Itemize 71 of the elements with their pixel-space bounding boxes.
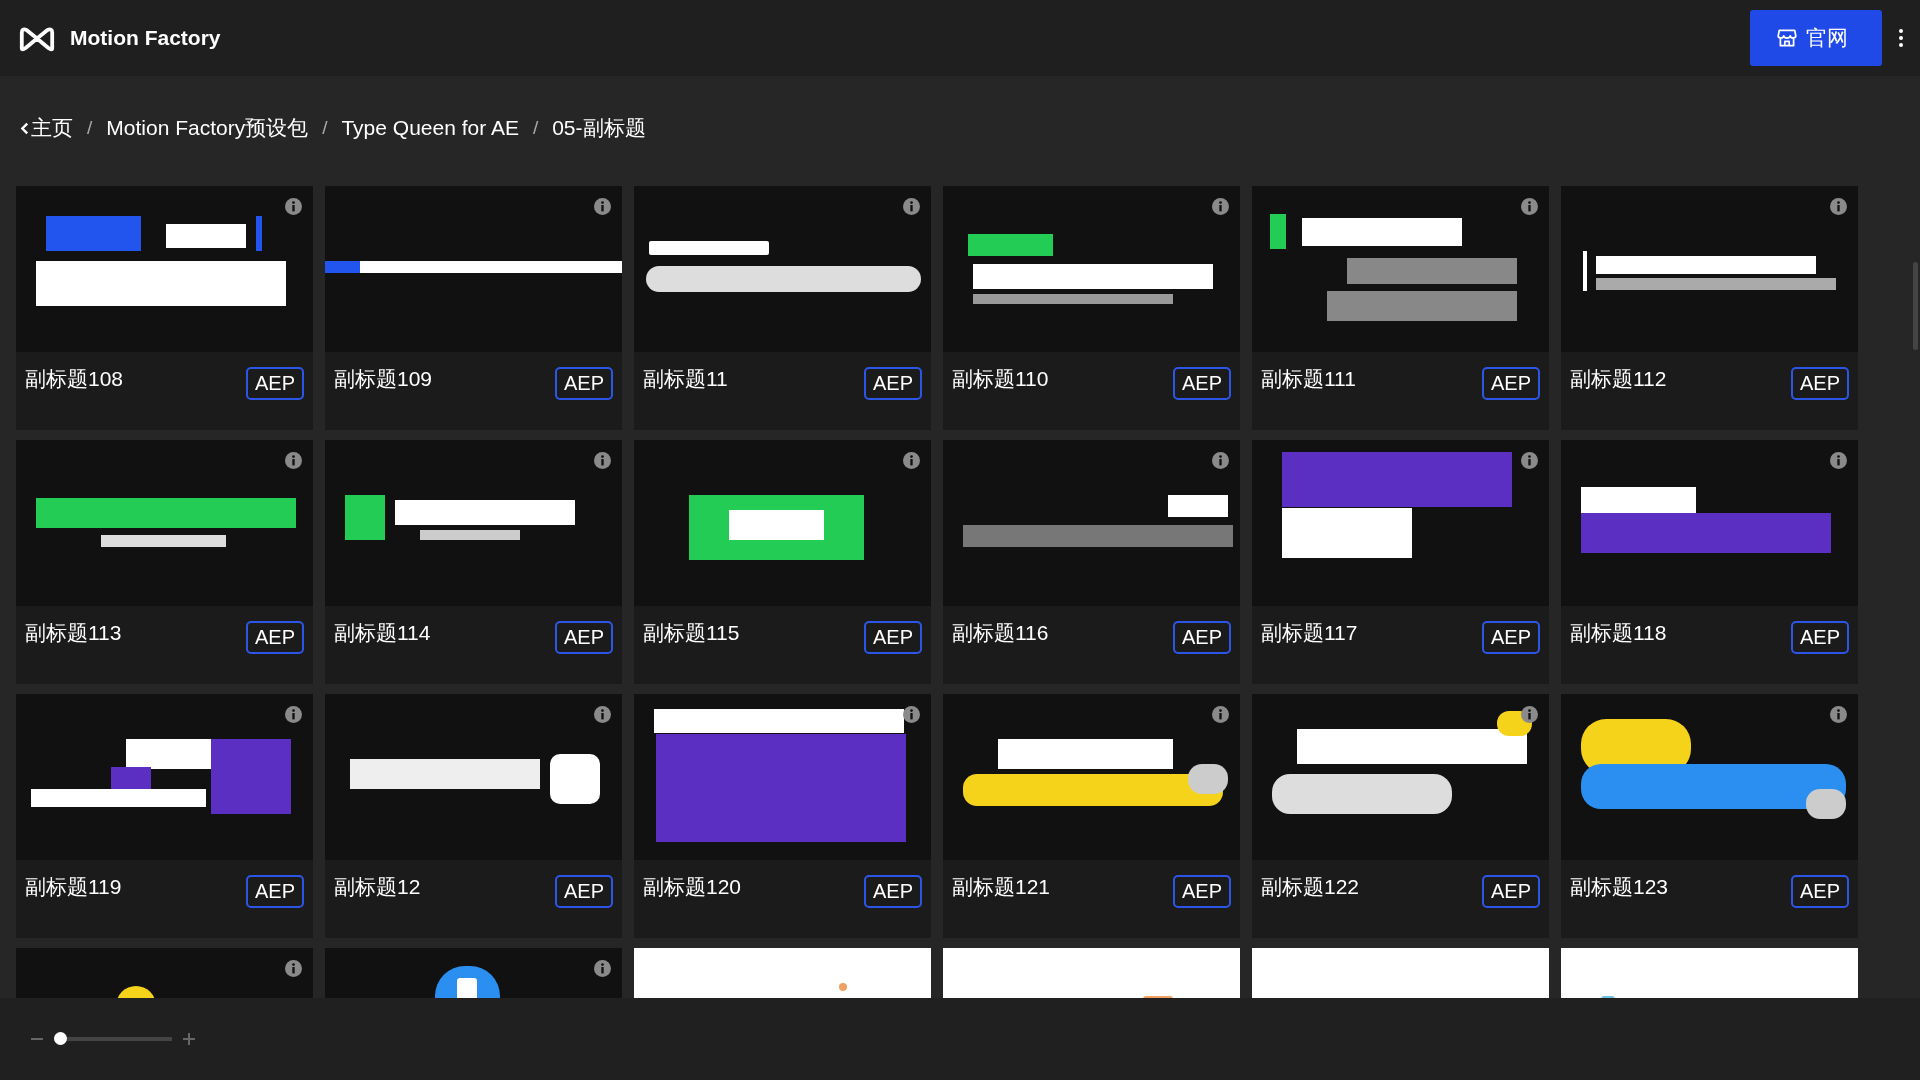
template-card[interactable]: 副标题112 AEP	[1561, 186, 1858, 430]
format-badge: AEP	[1172, 875, 1231, 908]
store-icon	[1776, 27, 1798, 49]
format-badge: AEP	[1790, 875, 1849, 908]
breadcrumb-link[interactable]: Motion Factory预设包	[106, 114, 309, 142]
template-title: 副标题12	[334, 874, 421, 900]
info-icon[interactable]	[1521, 706, 1538, 723]
template-card[interactable]: 副标题118 AEP	[1561, 440, 1858, 684]
template-card[interactable]: 副标题119 AEP	[16, 694, 313, 938]
template-title: 副标题112	[1570, 366, 1667, 392]
breadcrumb-link[interactable]: Type Queen for AE	[341, 116, 519, 140]
format-badge: AEP	[863, 367, 922, 400]
format-badge: AEP	[245, 367, 304, 400]
template-card[interactable]: 副标题114 AEP	[325, 440, 622, 684]
zoom-in-icon[interactable]	[182, 1032, 196, 1046]
format-badge: AEP	[1481, 621, 1540, 654]
format-badge: AEP	[1172, 621, 1231, 654]
template-title: 副标题110	[952, 366, 1049, 392]
format-badge: AEP	[245, 621, 304, 654]
info-icon[interactable]	[903, 706, 920, 723]
template-card[interactable]: 副标题120 AEP	[634, 694, 931, 938]
template-title: 副标题119	[25, 874, 122, 900]
format-badge: AEP	[554, 367, 613, 400]
template-title: 副标题120	[643, 874, 742, 900]
template-card[interactable]: 副标题110 AEP	[943, 186, 1240, 430]
breadcrumb-separator: /	[532, 117, 539, 139]
template-card[interactable]: 副标题11 AEP	[634, 186, 931, 430]
template-card[interactable]: 副标题123 AEP	[1561, 694, 1858, 938]
scrollbar-thumb[interactable]	[1913, 262, 1918, 350]
template-title: 副标题115	[643, 620, 740, 646]
format-badge: AEP	[1481, 875, 1540, 908]
format-badge: AEP	[1172, 367, 1231, 400]
format-badge: AEP	[863, 875, 922, 908]
template-title: 副标题111	[1261, 366, 1356, 392]
format-badge: AEP	[554, 875, 613, 908]
template-title: 副标题117	[1261, 620, 1358, 646]
template-title: 副标题123	[1570, 874, 1669, 900]
template-title: 副标题116	[952, 620, 1049, 646]
template-title: 副标题109	[334, 366, 433, 392]
format-badge: AEP	[863, 621, 922, 654]
template-card[interactable]: 副标题111 AEP	[1252, 186, 1549, 430]
template-title: 副标题11	[643, 366, 728, 392]
template-title: 副标题113	[25, 620, 122, 646]
app-title: Motion Factory	[70, 26, 221, 50]
template-card[interactable]: 副标题12 AEP	[325, 694, 622, 938]
template-title: 副标题122	[1261, 874, 1360, 900]
template-card[interactable]: 副标题116 AEP	[943, 440, 1240, 684]
template-card[interactable]: 副标题109 AEP	[325, 186, 622, 430]
format-badge: AEP	[1790, 621, 1849, 654]
format-badge: AEP	[554, 621, 613, 654]
format-badge: AEP	[1790, 367, 1849, 400]
template-card[interactable]: 副标题115 AEP	[634, 440, 931, 684]
template-card[interactable]: 副标题121 AEP	[943, 694, 1240, 938]
more-menu-icon[interactable]	[1898, 28, 1904, 48]
breadcrumb-link[interactable]: 05-副标题	[552, 114, 646, 142]
template-title: 副标题108	[25, 366, 124, 392]
template-card[interactable]: 副标题122 AEP	[1252, 694, 1549, 938]
template-card[interactable]: 副标题113 AEP	[16, 440, 313, 684]
slider-thumb[interactable]	[54, 1032, 67, 1045]
back-chevron-icon[interactable]	[20, 121, 29, 135]
template-card[interactable]: 副标题117 AEP	[1252, 440, 1549, 684]
template-title: 副标题118	[1570, 620, 1667, 646]
breadcrumb-separator: /	[87, 117, 93, 139]
template-title: 副标题121	[952, 874, 1051, 900]
format-badge: AEP	[1481, 367, 1540, 400]
format-badge: AEP	[245, 875, 304, 908]
website-button[interactable]: 官网	[1750, 10, 1882, 66]
breadcrumb-link[interactable]: 主页	[31, 114, 73, 142]
template-title: 副标题114	[334, 620, 431, 646]
breadcrumb-separator: /	[322, 117, 328, 139]
template-card[interactable]: 副标题108 AEP	[16, 186, 313, 430]
